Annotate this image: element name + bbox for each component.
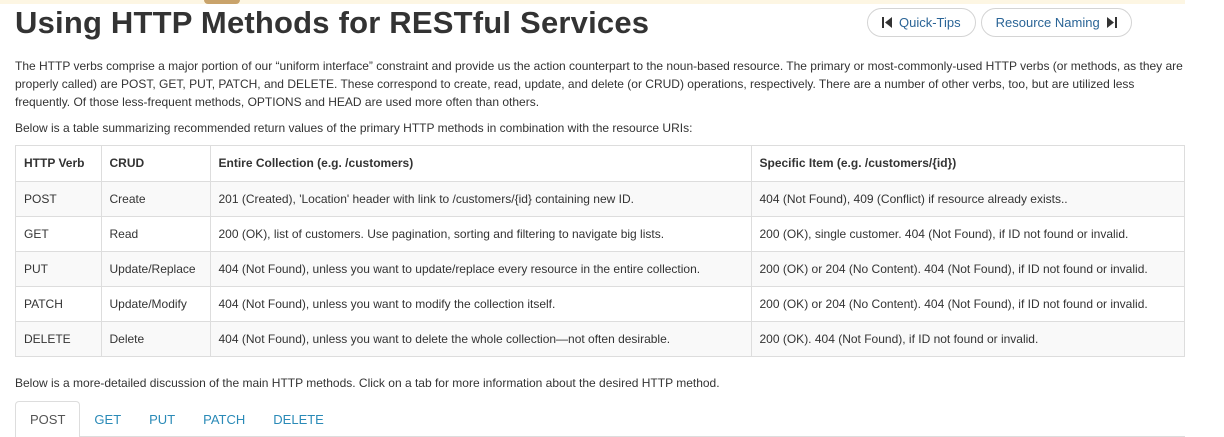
tab-patch[interactable]: PATCH (189, 401, 259, 437)
tab-put[interactable]: PUT (135, 401, 189, 437)
table-row: DELETE Delete 404 (Not Found), unless yo… (16, 320, 1184, 356)
pager: Quick-Tips Resource Naming (867, 8, 1132, 37)
table-caption: Below is a table summarizing recommended… (15, 121, 693, 135)
page-title: Using HTTP Methods for RESTful Services (15, 5, 650, 40)
next-page-button[interactable]: Resource Naming (980, 8, 1132, 37)
step-forward-icon (1106, 17, 1117, 28)
cell-collection: 200 (OK), list of customers. Use paginat… (209, 215, 752, 252)
http-methods-table: HTTP Verb CRUD Entire Collection (e.g. /… (15, 145, 1185, 357)
cell-crud: Delete (100, 320, 211, 356)
cell-item: 404 (Not Found), 409 (Conflict) if resou… (750, 180, 1184, 217)
tab-get[interactable]: GET (80, 401, 135, 437)
cell-crud: Update/Modify (100, 285, 211, 322)
cell-collection: 201 (Created), 'Location' header with li… (209, 180, 752, 217)
cell-verb: GET (16, 215, 102, 252)
decorative-image (204, 0, 240, 4)
header-specific-item: Specific Item (e.g. /customers/{id}) (750, 146, 1184, 182)
cell-item: 200 (OK) or 204 (No Content). 404 (Not F… (750, 285, 1184, 322)
cell-item: 200 (OK), single customer. 404 (Not Foun… (750, 215, 1184, 252)
table-row: PUT Update/Replace 404 (Not Found), unle… (16, 250, 1184, 287)
tab-delete[interactable]: DELETE (259, 401, 338, 437)
header-crud: CRUD (100, 146, 211, 182)
header-entire-collection: Entire Collection (e.g. /customers) (209, 146, 752, 182)
cell-crud: Create (100, 180, 211, 217)
table-header-row: HTTP Verb CRUD Entire Collection (e.g. /… (16, 146, 1184, 182)
cell-verb: PATCH (16, 285, 102, 322)
cell-crud: Read (100, 215, 211, 252)
header-http-verb: HTTP Verb (16, 146, 102, 182)
cell-item: 200 (OK) or 204 (No Content). 404 (Not F… (750, 250, 1184, 287)
top-banner-strip (0, 0, 1185, 4)
detail-caption: Below is a more-detailed discussion of t… (15, 376, 720, 390)
intro-paragraph: The HTTP verbs comprise a major portion … (15, 59, 1183, 109)
tab-post[interactable]: POST (15, 401, 81, 437)
prev-page-label: Quick-Tips (899, 15, 961, 30)
cell-collection: 404 (Not Found), unless you want to modi… (209, 285, 752, 322)
cell-item: 200 (OK). 404 (Not Found), if ID not fou… (750, 320, 1184, 356)
next-page-label: Resource Naming (995, 15, 1100, 30)
cell-collection: 404 (Not Found), unless you want to dele… (209, 320, 752, 356)
prev-page-button[interactable]: Quick-Tips (867, 8, 976, 37)
table-row: PATCH Update/Modify 404 (Not Found), unl… (16, 285, 1184, 322)
cell-verb: POST (16, 180, 102, 217)
cell-verb: DELETE (16, 320, 102, 356)
table-row: GET Read 200 (OK), list of customers. Us… (16, 215, 1184, 252)
page: Using HTTP Methods for RESTful Services … (0, 0, 1224, 437)
table-row: POST Create 201 (Created), 'Location' he… (16, 180, 1184, 217)
cell-collection: 404 (Not Found), unless you want to upda… (209, 250, 752, 287)
step-backward-icon (882, 17, 892, 28)
http-method-tabs: POST GET PUT PATCH DELETE (15, 401, 1185, 437)
cell-crud: Update/Replace (100, 250, 211, 287)
cell-verb: PUT (16, 250, 102, 287)
